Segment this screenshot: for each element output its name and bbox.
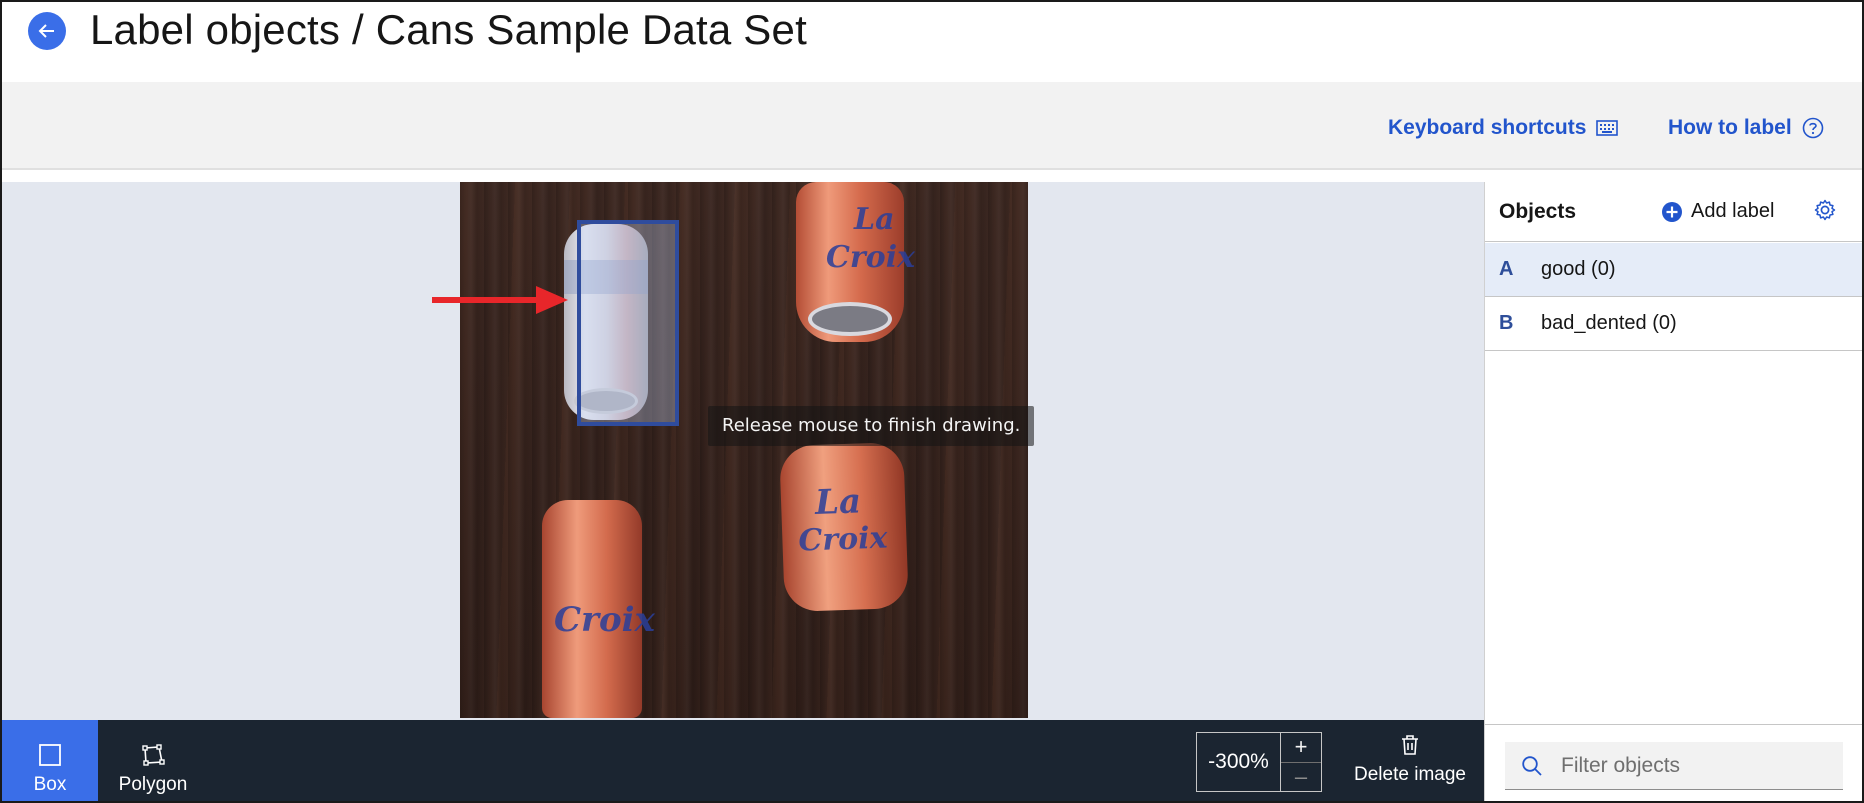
box-tool-label: Box <box>33 774 67 795</box>
square-icon <box>39 744 61 766</box>
arrow-left-icon <box>38 24 54 38</box>
delete-image-button[interactable]: Delete image <box>1352 734 1468 796</box>
label-name: good (0) <box>1541 258 1616 280</box>
label-key: B <box>1499 312 1514 334</box>
zoom-out-button[interactable]: – <box>1281 761 1321 792</box>
add-label-button[interactable]: Add label <box>1661 200 1774 223</box>
can-bottom-left: Croix <box>542 500 655 718</box>
settings-button[interactable] <box>1813 198 1837 227</box>
objects-title: Objects <box>1499 200 1577 223</box>
zoom-value[interactable]: -300% <box>1197 733 1281 791</box>
label-row-good[interactable]: A good (0) <box>1485 243 1862 297</box>
zoom-in-button[interactable]: + <box>1281 733 1321 762</box>
zoom-control: -300% + – <box>1196 732 1322 792</box>
red-arrow-annotation <box>432 286 568 314</box>
how-to-label-link[interactable]: How to label <box>1668 116 1824 140</box>
help-circle-icon <box>1802 117 1823 139</box>
how-to-label-label: How to label <box>1668 116 1792 139</box>
can-dented-top: La Croix <box>796 182 915 342</box>
trash-icon <box>1402 735 1418 755</box>
drawing-hint-tooltip: Release mouse to finish drawing. <box>708 406 1035 446</box>
gear-icon <box>1814 199 1836 221</box>
keyboard-icon <box>1596 120 1619 136</box>
objects-panel: Objects Add label A good (0) B bad_dente… <box>1484 182 1862 801</box>
polygon-tool-button[interactable]: Polygon <box>108 720 198 801</box>
app-frame: Label objects / Cans Sample Data Set Key… <box>0 0 1864 803</box>
page-header: Label objects / Cans Sample Data Set <box>2 2 1862 82</box>
box-tool-button[interactable]: Box <box>2 720 98 801</box>
label-key: A <box>1499 258 1514 280</box>
label-row-bad-dented[interactable]: B bad_dented (0) <box>1485 297 1862 351</box>
label-name: bad_dented (0) <box>1541 312 1677 334</box>
delete-image-label: Delete image <box>1354 764 1466 785</box>
image-to-label[interactable]: La Croix Croix La Croix <box>460 182 1028 718</box>
add-label-text: Add label <box>1691 200 1775 222</box>
top-toolbar: Keyboard shortcuts How to label <box>2 82 1862 170</box>
page-title: Label objects / Cans Sample Data Set <box>90 6 807 53</box>
keyboard-shortcuts-label: Keyboard shortcuts <box>1388 116 1587 139</box>
objects-panel-header: Objects Add label <box>1485 182 1862 242</box>
drawn-bounding-box[interactable] <box>577 220 679 426</box>
labeling-canvas[interactable]: La Croix Croix La Croix Release mouse to… <box>2 182 1484 720</box>
polygon-icon <box>142 744 165 766</box>
back-button[interactable] <box>28 12 66 50</box>
plus-circle-icon <box>1662 201 1682 222</box>
bottom-toolbar: Box Polygon -300% + – Delete image <box>2 720 1484 801</box>
polygon-tool-label: Polygon <box>118 774 188 795</box>
can-dented-bottom-right: La Croix <box>779 441 909 613</box>
filter-objects-input[interactable] <box>1561 753 1811 778</box>
filter-divider <box>1485 724 1862 725</box>
filter-objects-field[interactable] <box>1505 742 1843 790</box>
keyboard-shortcuts-link[interactable]: Keyboard shortcuts <box>1388 116 1619 140</box>
search-icon <box>1522 755 1542 776</box>
